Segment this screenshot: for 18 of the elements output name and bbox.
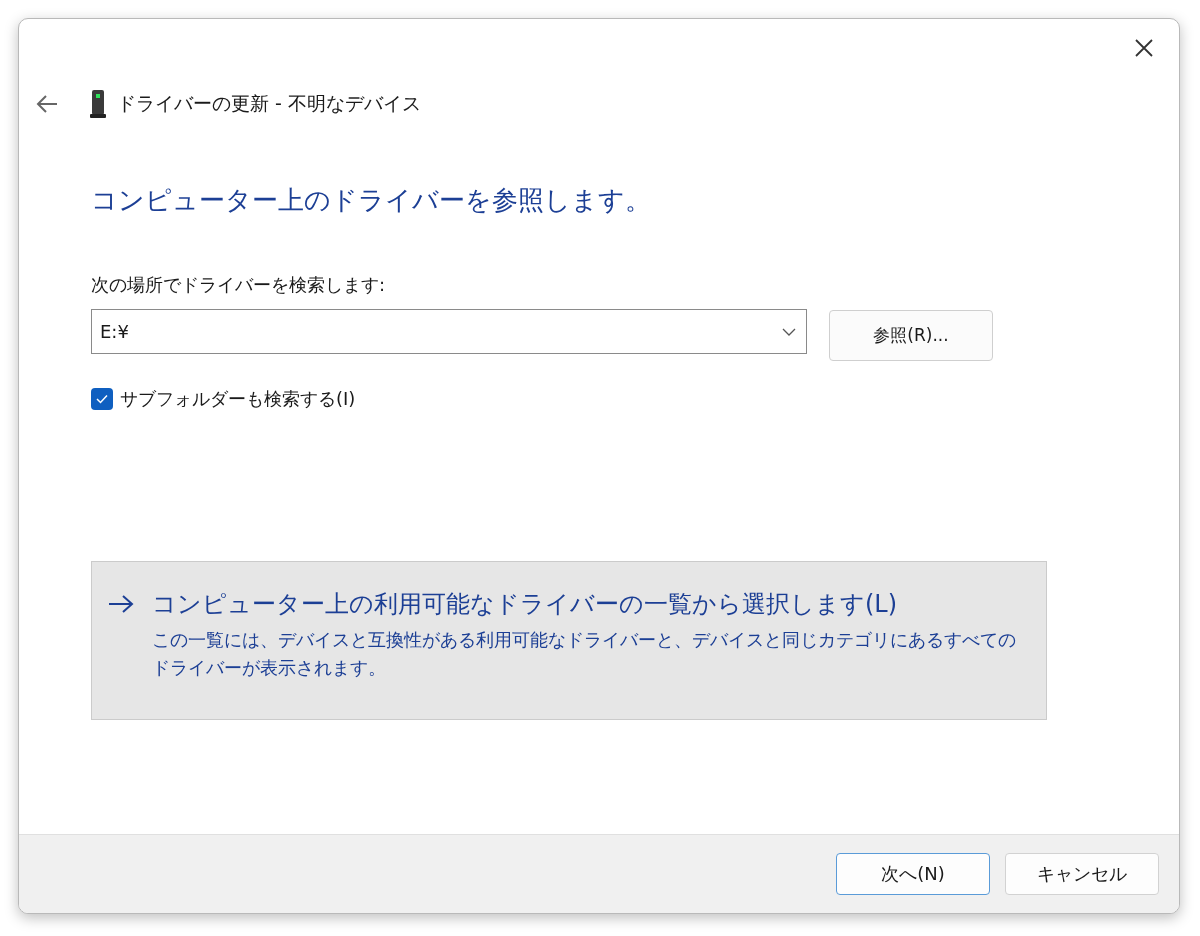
right-arrow-icon	[108, 594, 134, 614]
page-heading: コンピューター上のドライバーを参照します。	[91, 184, 652, 217]
window-title: ドライバーの更新 - 不明なデバイス	[117, 91, 421, 116]
option-title: コンピューター上の利用可能なドライバーの一覧から選択します(L)	[152, 589, 899, 620]
cancel-button[interactable]: キャンセル	[1005, 853, 1159, 895]
device-icon	[89, 89, 107, 119]
option-description: この一覧には、デバイスと互換性がある利用可能なドライバーと、デバイスと同じカテゴリにあるすべてのドライバーが表示されます。	[152, 629, 1017, 680]
search-location-label: 次の場所でドライバーを検索します:	[91, 273, 387, 297]
path-combo-box[interactable]: E:¥	[91, 309, 807, 354]
next-button[interactable]: 次へ(N)	[836, 853, 990, 895]
browse-button[interactable]: 参照(R)...	[829, 310, 993, 361]
close-icon	[1134, 38, 1154, 58]
subfolder-checkbox[interactable]	[91, 388, 113, 410]
subfolder-checkbox-label: サブフォルダーも検索する(I)	[120, 387, 356, 411]
pick-driver-option[interactable]: コンピューター上の利用可能なドライバーの一覧から選択します(L) この一覧には、デバイスと互換性がある利用可能なドライバーと、デバイスと同じカテゴリにあるすべてのドライバーが表示されます。	[91, 561, 1047, 720]
dropdown-caret-icon	[782, 327, 796, 336]
checkmark-icon	[95, 393, 109, 405]
back-arrow-icon	[35, 94, 59, 114]
